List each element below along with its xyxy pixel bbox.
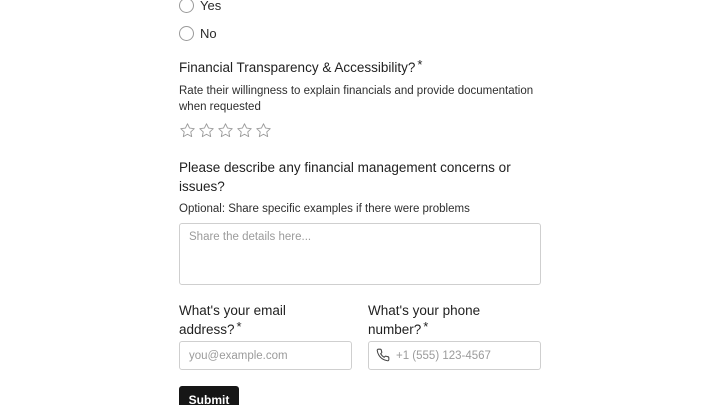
email-input[interactable] [179,341,352,370]
star-icon-2[interactable] [198,122,215,139]
star-icon-5[interactable] [255,122,272,139]
email-question-title: What's your email address? * [179,301,329,339]
radio-yes[interactable] [179,0,194,13]
radio-option-yes[interactable]: Yes [179,0,221,13]
form-page: Yes No Financial Transparency & Accessib… [0,0,720,405]
concerns-question-title: Please describe any financial management… [179,160,511,194]
phone-icon [376,348,390,362]
phone-field[interactable] [368,341,541,370]
concerns-description: Optional: Share specific examples if the… [179,203,470,215]
star-icon-4[interactable] [236,122,253,139]
required-mark: * [423,319,429,334]
phone-input[interactable] [368,341,541,370]
star-icon-1[interactable] [179,122,196,139]
required-mark: * [236,319,242,334]
transparency-title-text: Financial Transparency & Accessibility? [179,60,416,75]
star-icon-3[interactable] [217,122,234,139]
radio-no-label: No [200,26,217,41]
required-mark: * [417,57,423,72]
transparency-question-title: Financial Transparency & Accessibility? * [179,57,423,77]
transparency-description: Rate their willingness to explain financ… [179,85,534,113]
radio-no[interactable] [179,26,194,41]
radio-option-no[interactable]: No [179,26,217,41]
submit-button[interactable]: Submit [179,386,239,405]
phone-question-title: What's your phone number? * [368,301,518,339]
email-title-text: What's your email address? [179,303,286,337]
radio-yes-label: Yes [200,0,222,13]
star-rating[interactable] [179,122,272,139]
concerns-textarea[interactable] [179,223,541,285]
